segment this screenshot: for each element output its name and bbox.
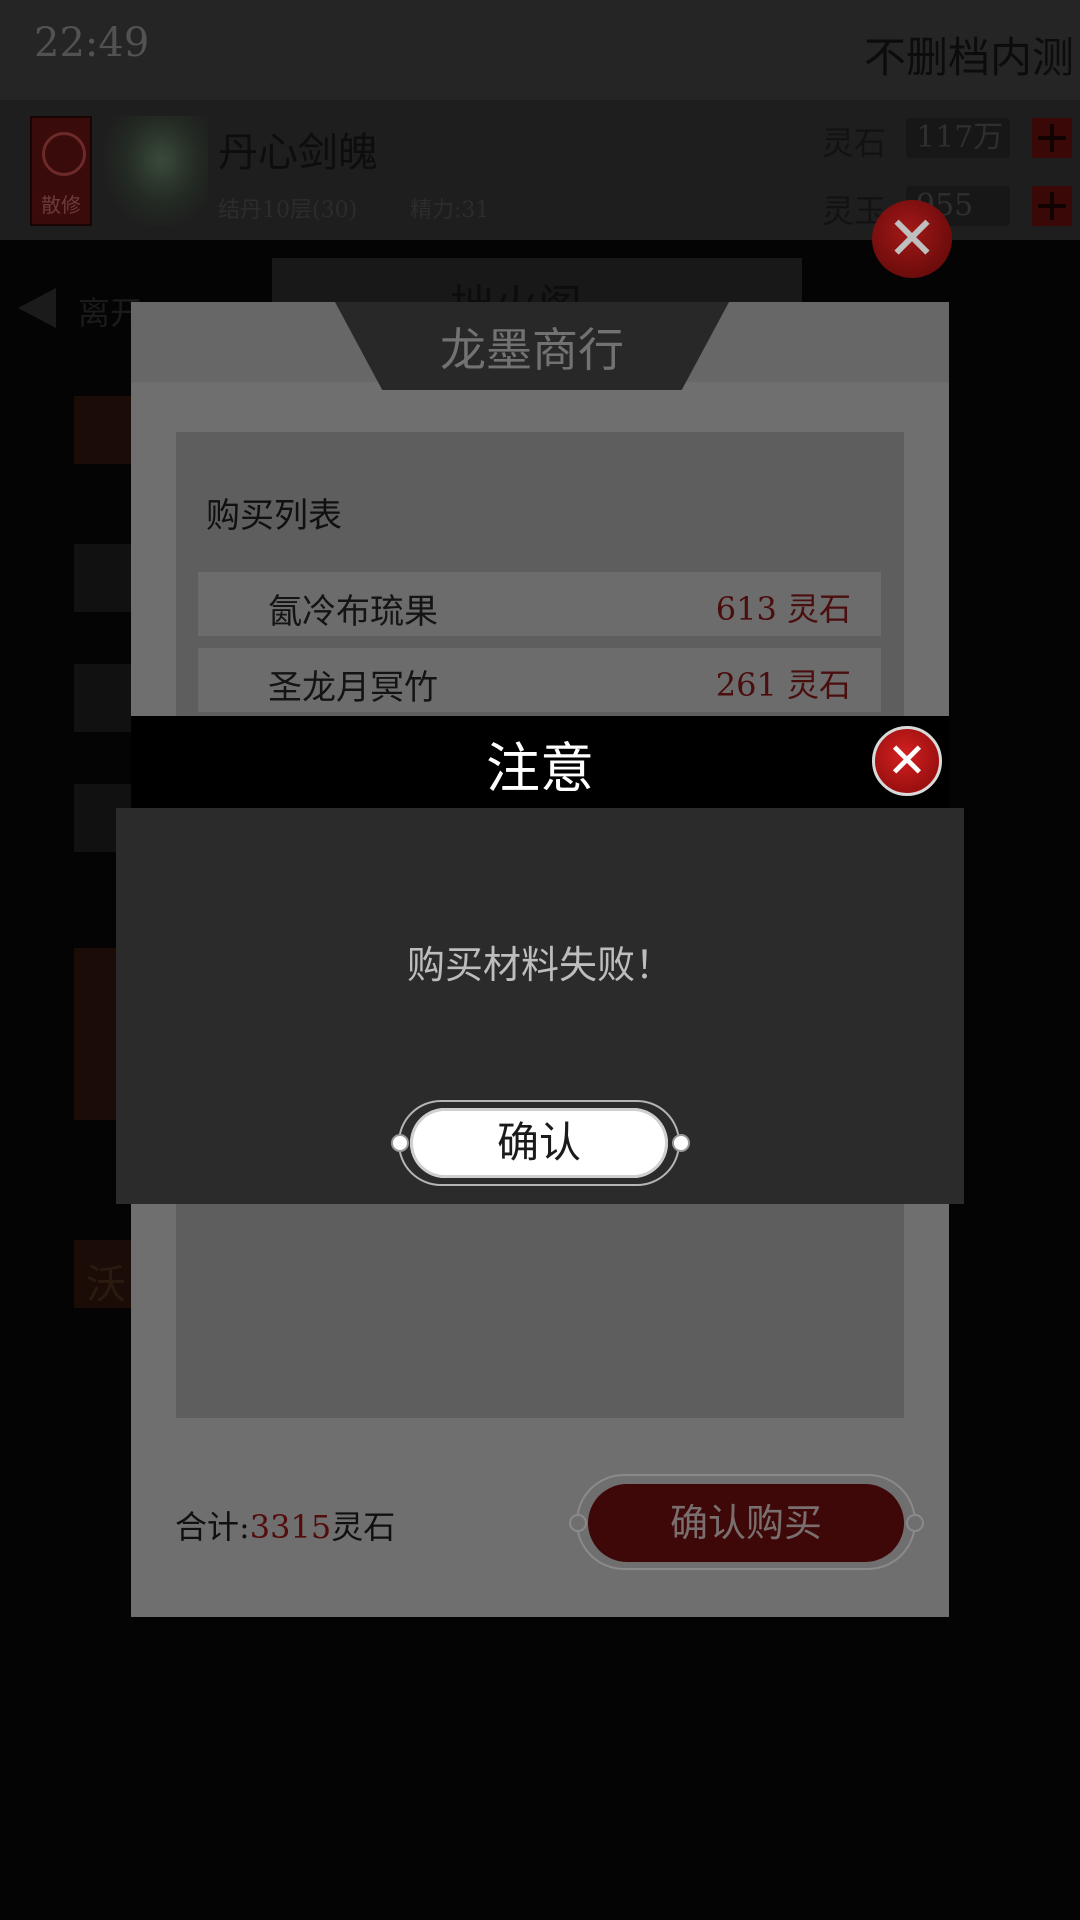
player-power: 精力:31: [410, 198, 490, 223]
item-name: 圣龙月冥竹: [268, 668, 438, 708]
button-ornament: [906, 1514, 924, 1532]
sect-badge[interactable]: 散修: [30, 116, 92, 226]
list-item[interactable]: 圣龙月冥竹 261 灵石: [198, 648, 881, 712]
confirm-button[interactable]: 确认: [410, 1108, 668, 1178]
list-item[interactable]: 氤冷布琉果 613 灵石: [198, 572, 881, 636]
button-ornament: [391, 1134, 409, 1152]
total-cost: 合计:3315灵石: [175, 1502, 395, 1548]
clock: 22:49: [34, 20, 150, 66]
avatar[interactable]: [104, 116, 208, 226]
alert-title: 注意: [486, 737, 594, 800]
button-ornament: [569, 1514, 587, 1532]
confirm-purchase-button[interactable]: 确认购买: [588, 1484, 904, 1562]
alert-message: 购买材料失败！: [406, 943, 673, 987]
close-icon: ✕: [886, 733, 928, 789]
add-lingyu-button[interactable]: [1032, 186, 1072, 226]
total-label: 合计:: [175, 1508, 250, 1546]
close-icon: ✕: [886, 204, 938, 274]
button-ornament: [672, 1134, 690, 1152]
side-menu-item[interactable]: [74, 396, 132, 464]
back-arrow-icon[interactable]: [18, 288, 56, 328]
player-name: 丹心剑魄: [218, 130, 378, 176]
purchase-list-heading: 购买列表: [206, 496, 342, 536]
add-lingshi-button[interactable]: [1032, 118, 1072, 158]
shop-close-button[interactable]: ✕: [872, 200, 952, 278]
item-price: 613 灵石: [715, 590, 851, 628]
player-level: 结丹10层(30): [218, 198, 358, 223]
alert-close-button[interactable]: ✕: [872, 726, 942, 796]
test-tag: 不删档内测: [863, 33, 1074, 82]
sect-label: 散修: [41, 193, 81, 217]
item-name: 氤冷布琉果: [268, 592, 438, 632]
total-unit: 灵石: [331, 1508, 396, 1546]
side-chip-text: 沃: [86, 1262, 126, 1308]
side-menu-item[interactable]: [74, 664, 132, 732]
currency-value-lingshi: 117万: [906, 118, 1010, 158]
item-price: 261 灵石: [715, 666, 851, 704]
currency-label-lingshi: 灵石: [822, 124, 887, 162]
sect-emblem-icon: [42, 132, 86, 176]
shop-title: 龙墨商行: [440, 323, 624, 377]
side-menu-item[interactable]: [74, 544, 132, 612]
total-value: 3315: [249, 1508, 332, 1546]
